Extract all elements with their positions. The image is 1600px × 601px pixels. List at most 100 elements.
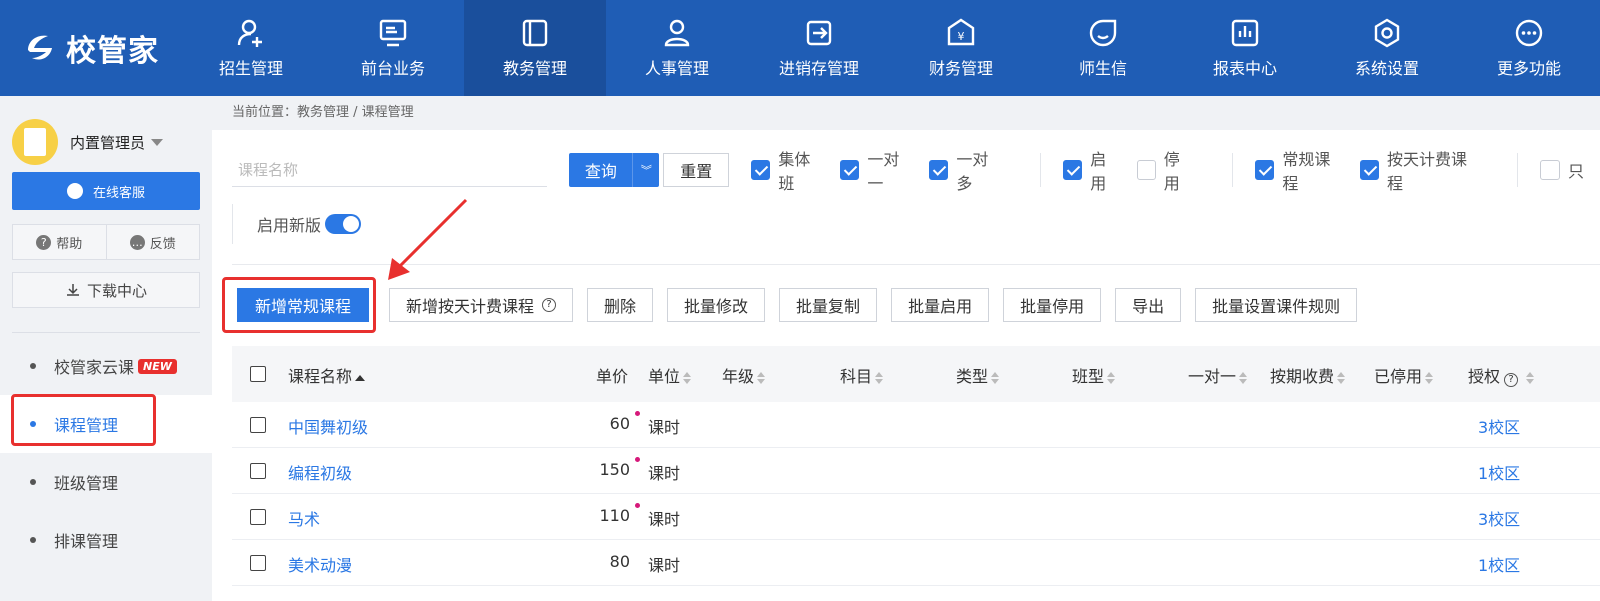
batch-disable-button[interactable]: 批量停用 bbox=[1003, 288, 1102, 322]
row-checkbox[interactable] bbox=[250, 462, 266, 479]
filter-checkbox-filters_a-0[interactable]: 集体班 bbox=[751, 146, 824, 194]
filter-checkbox-filters_a-2[interactable]: 一对多 bbox=[929, 146, 1002, 194]
feedback-button[interactable]: … 反馈 bbox=[107, 225, 200, 259]
nav-item-3[interactable]: 人事管理 bbox=[606, 0, 748, 96]
delete-button[interactable]: 删除 bbox=[587, 288, 654, 322]
nav-item-6[interactable]: 师生信 bbox=[1032, 0, 1174, 96]
course-name-link[interactable]: 美术动漫 bbox=[288, 552, 352, 576]
filter-bar: 查询 ︾ 重置 集体班 一对一 一对多 启用 停用 常规课程 按天计费课程 只 bbox=[232, 150, 1600, 193]
filter-group-course-kind: 常规课程 按天计费课程 bbox=[1232, 150, 1495, 193]
online-service-label: 在线客服 bbox=[92, 185, 145, 201]
header-one-on-one[interactable]: 一对一 bbox=[1188, 363, 1248, 387]
sidebar-item-cloud-course[interactable]: 校管家云课 NEW bbox=[0, 337, 212, 395]
authorization-link[interactable]: 1校区 bbox=[1478, 460, 1520, 484]
user-profile[interactable]: 内置管理员 bbox=[0, 96, 212, 172]
filter-checkbox-filters_c-1[interactable]: 按天计费课程 bbox=[1359, 146, 1479, 194]
new-version-switch[interactable] bbox=[325, 214, 362, 234]
sidebar-divider bbox=[12, 332, 200, 333]
batch-edit-button[interactable]: 批量修改 bbox=[667, 288, 766, 322]
nav-item-2[interactable]: 教务管理 bbox=[464, 0, 606, 96]
nav-item-label: 报表中心 bbox=[1212, 59, 1277, 78]
sort-icon bbox=[683, 371, 692, 384]
main-nav: 招生管理 前台业务 教务管理 人事管理 进销存管理 ¥ 财务管理 师生信 报表中心 系统设置 更多功… bbox=[180, 0, 1600, 96]
question-icon[interactable]: ? bbox=[1504, 373, 1519, 387]
query-button[interactable]: 查询 ︾ bbox=[569, 153, 660, 187]
header-class-type[interactable]: 班型 bbox=[1072, 363, 1116, 387]
filter-checkbox-filters_a-1[interactable]: 一对一 bbox=[840, 146, 913, 194]
online-service-button[interactable]: 在线客服 bbox=[12, 172, 200, 210]
chat-icon bbox=[1089, 19, 1117, 47]
sort-icon bbox=[991, 371, 1000, 384]
course-price: 150 bbox=[599, 460, 630, 479]
help-label: 帮助 bbox=[56, 236, 83, 252]
double-chevron-down-icon[interactable]: ︾ bbox=[633, 153, 659, 187]
header-disabled[interactable]: 已停用 bbox=[1374, 363, 1434, 387]
course-name-search-input[interactable] bbox=[232, 153, 548, 187]
nav-item-7[interactable]: 报表中心 bbox=[1174, 0, 1316, 96]
sort-icon bbox=[875, 371, 884, 384]
filter-label: 常规课程 bbox=[1282, 150, 1331, 193]
authorization-link[interactable]: 3校区 bbox=[1478, 414, 1520, 438]
header-course-name[interactable]: 课程名称 bbox=[288, 363, 366, 387]
batch-copy-button[interactable]: 批量复制 bbox=[779, 288, 878, 322]
course-name-link[interactable]: 马术 bbox=[288, 506, 320, 530]
row-checkbox[interactable] bbox=[250, 508, 266, 525]
row-checkbox[interactable] bbox=[250, 554, 266, 571]
authorization-link[interactable]: 3校区 bbox=[1478, 506, 1520, 530]
batch-enable-button[interactable]: 批量启用 bbox=[891, 288, 990, 322]
sidebar-item-class-management[interactable]: 班级管理 bbox=[0, 453, 212, 511]
sidebar: 内置管理员 在线客服 ? 帮助 … 反馈 下载中心 校管家云课 NEW 课程管理 班… bbox=[0, 96, 212, 601]
course-name-link[interactable]: 编程初级 bbox=[288, 460, 352, 484]
filter-checkbox-filters_c-0[interactable]: 常规课程 bbox=[1255, 146, 1344, 194]
batch-courseware-rules-button[interactable]: 批量设置课件规则 bbox=[1195, 288, 1358, 322]
authorization-link[interactable]: 1校区 bbox=[1478, 552, 1520, 576]
nav-item-4[interactable]: 进销存管理 bbox=[748, 0, 890, 96]
sort-asc-icon bbox=[355, 374, 366, 381]
header-label: 单位 bbox=[648, 367, 681, 386]
brand-logo[interactable]: 校管家 bbox=[0, 0, 180, 96]
filter-checkbox-filters_b-1[interactable]: 停用 bbox=[1136, 146, 1195, 194]
add-daily-course-button[interactable]: 新增按天计费课程 ? bbox=[389, 288, 574, 322]
filter-checkbox-filters_b-0[interactable]: 启用 bbox=[1063, 146, 1121, 194]
reset-button[interactable]: 重置 bbox=[663, 153, 730, 187]
more-icon bbox=[1515, 19, 1543, 47]
checkbox-icon[interactable] bbox=[840, 160, 860, 180]
header-grade[interactable]: 年级 bbox=[722, 363, 766, 387]
headset-icon bbox=[66, 183, 83, 199]
checkbox-icon[interactable] bbox=[1136, 160, 1156, 180]
table-row[interactable]: 美术动漫 80 课时 1校区 bbox=[232, 540, 1600, 586]
nav-item-8[interactable]: 系统设置 bbox=[1316, 0, 1458, 96]
header-unit[interactable]: 单位 bbox=[648, 363, 692, 387]
download-center-button[interactable]: 下载中心 bbox=[12, 272, 200, 308]
price-marker-icon bbox=[635, 411, 640, 416]
header-subject[interactable]: 科目 bbox=[840, 363, 884, 387]
nav-item-5[interactable]: ¥ 财务管理 bbox=[890, 0, 1032, 96]
checkbox-icon[interactable] bbox=[929, 160, 949, 180]
filter-checkbox-filters_d-0[interactable]: 只 bbox=[1540, 158, 1584, 182]
table-row[interactable]: 编程初级 150 课时 1校区 bbox=[232, 448, 1600, 494]
nav-item-9[interactable]: 更多功能 bbox=[1458, 0, 1600, 96]
course-unit: 课时 bbox=[648, 464, 681, 483]
checkbox-icon[interactable] bbox=[1540, 160, 1560, 180]
checkbox-icon[interactable] bbox=[1359, 160, 1379, 180]
bar-chart-icon bbox=[1231, 19, 1259, 47]
checkbox-icon[interactable] bbox=[1063, 160, 1083, 180]
help-button[interactable]: ? 帮助 bbox=[13, 225, 107, 259]
sidebar-item-schedule-management[interactable]: 排课管理 bbox=[0, 511, 212, 569]
table-row[interactable]: 中国舞初级 60 课时 3校区 bbox=[232, 402, 1600, 448]
header-type[interactable]: 类型 bbox=[956, 363, 1000, 387]
header-authorization[interactable]: 授权? bbox=[1468, 363, 1535, 387]
svg-text:¥: ¥ bbox=[958, 30, 965, 43]
export-button[interactable]: 导出 bbox=[1115, 288, 1182, 322]
nav-item-1[interactable]: 前台业务 bbox=[322, 0, 464, 96]
checkbox-icon[interactable] bbox=[1255, 160, 1275, 180]
select-all-checkbox[interactable] bbox=[250, 366, 266, 382]
nav-item-0[interactable]: 招生管理 bbox=[180, 0, 322, 96]
table-row[interactable]: 马术 110 课时 3校区 bbox=[232, 494, 1600, 540]
question-icon[interactable]: ? bbox=[542, 298, 557, 312]
filter-label: 停用 bbox=[1163, 150, 1180, 193]
course-name-link[interactable]: 中国舞初级 bbox=[288, 414, 368, 438]
checkbox-icon[interactable] bbox=[751, 160, 771, 180]
header-periodic-fee[interactable]: 按期收费 bbox=[1270, 363, 1346, 387]
row-checkbox[interactable] bbox=[250, 416, 266, 433]
